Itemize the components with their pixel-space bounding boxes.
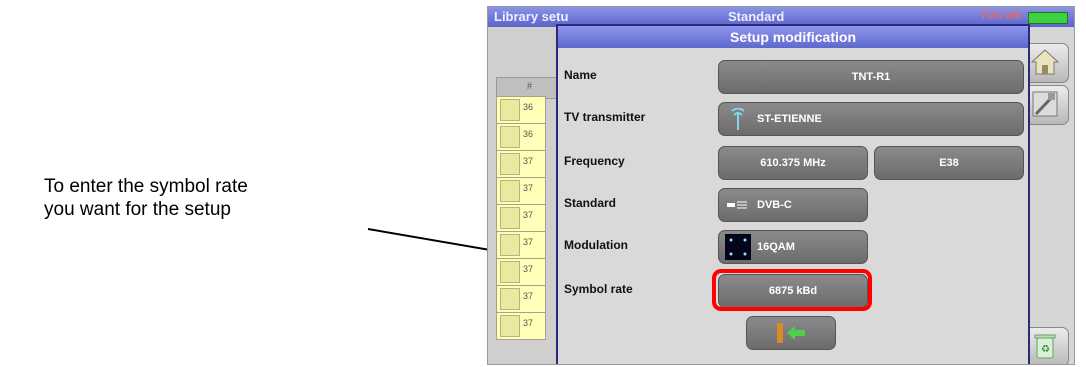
frequency-label: Frequency xyxy=(564,154,625,168)
field-tv-transmitter: TV transmitter ST-ETIENNE xyxy=(558,100,1028,136)
list-item[interactable]: 37 xyxy=(496,312,546,340)
frequency-button[interactable]: 610.375 MHz xyxy=(718,146,868,180)
row-checkbox[interactable] xyxy=(500,207,520,229)
row-number: 36 xyxy=(523,129,534,139)
row-checkbox[interactable] xyxy=(500,315,520,337)
field-modulation: Modulation 16QAM xyxy=(558,228,1028,264)
row-number: 37 xyxy=(523,291,534,301)
standard-label: Standard xyxy=(564,196,617,210)
list-item[interactable]: 37 xyxy=(496,285,546,313)
row-checkbox[interactable] xyxy=(500,126,520,148)
constellation-icon xyxy=(725,234,751,260)
field-frequency: Frequency 610.375 MHz E38 xyxy=(558,144,1028,180)
field-standard: Standard DVB-C xyxy=(558,186,1028,222)
list-item[interactable]: 37 xyxy=(496,150,546,178)
standard-button[interactable]: DVB-C xyxy=(718,188,868,222)
row-number: 37 xyxy=(523,210,534,220)
standard-value: DVB-C xyxy=(757,199,792,211)
status-indicator: ТОС МК xyxy=(980,10,1022,22)
row-checkbox[interactable] xyxy=(500,288,520,310)
row-checkbox[interactable] xyxy=(500,180,520,202)
door-arrow-icon xyxy=(777,323,805,343)
symbol-rate-label: Symbol rate xyxy=(564,282,633,296)
row-checkbox[interactable] xyxy=(500,153,520,175)
row-checkbox[interactable] xyxy=(500,99,520,121)
svg-text:♻: ♻ xyxy=(1041,344,1050,355)
dialog-title: Setup modification xyxy=(558,26,1028,48)
modulation-value: 16QAM xyxy=(757,241,795,253)
antenna-icon xyxy=(731,108,745,130)
trash-icon: ♻ xyxy=(1034,334,1056,359)
row-checkbox[interactable] xyxy=(500,234,520,256)
confirm-button[interactable] xyxy=(746,316,836,350)
tv-transmitter-value: ST-ETIENNE xyxy=(757,113,822,125)
list-header: # xyxy=(527,81,533,91)
list-item[interactable]: 37 xyxy=(496,258,546,286)
row-number: 37 xyxy=(523,237,534,247)
modulation-button[interactable]: 16QAM xyxy=(718,230,868,264)
standard-tab[interactable]: Standard xyxy=(728,9,784,24)
list-item[interactable]: 37 xyxy=(496,204,546,232)
setup-list: 36 36 37 37 37 37 37 37 37 xyxy=(496,96,546,340)
library-tab[interactable]: Library setu xyxy=(494,9,568,24)
row-number: 37 xyxy=(523,318,534,328)
tv-transmitter-button[interactable]: ST-ETIENNE xyxy=(718,102,1024,136)
row-checkbox[interactable] xyxy=(500,261,520,283)
symbol-rate-highlight xyxy=(712,269,872,311)
field-name: Name TNT-R1 xyxy=(558,58,1028,94)
device-screen: Library setu Standard ТОС МК # 36 36 37 … xyxy=(487,6,1075,365)
tools-icon xyxy=(1032,91,1058,117)
list-item[interactable]: 36 xyxy=(496,96,546,124)
row-number: 37 xyxy=(523,156,534,166)
name-button[interactable]: TNT-R1 xyxy=(718,60,1024,94)
list-item[interactable]: 37 xyxy=(496,177,546,205)
row-number: 37 xyxy=(523,183,534,193)
row-number: 37 xyxy=(523,264,534,274)
setup-modification-dialog: Setup modification Name TNT-R1 TV transm… xyxy=(556,24,1030,364)
battery-icon xyxy=(1028,12,1068,24)
name-label: Name xyxy=(564,68,597,82)
list-item[interactable]: 36 xyxy=(496,123,546,151)
row-number: 36 xyxy=(523,102,534,112)
tv-transmitter-label: TV transmitter xyxy=(564,110,646,124)
channel-button[interactable]: E38 xyxy=(874,146,1024,180)
modulation-label: Modulation xyxy=(564,238,628,252)
list-item[interactable]: 37 xyxy=(496,231,546,259)
cable-icon xyxy=(727,201,747,209)
home-icon xyxy=(1030,49,1060,75)
